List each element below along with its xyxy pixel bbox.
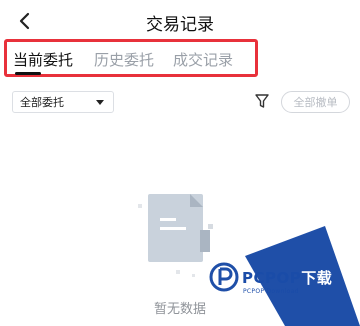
tab-bar-highlight: 当前委托 历史委托 成交记录 xyxy=(4,39,258,77)
order-filter-value: 全部委托 xyxy=(20,96,64,109)
watermark-brand-suffix: 下载 xyxy=(301,269,333,287)
page-title: 交易记录 xyxy=(146,15,214,35)
order-filter-select[interactable]: 全部委托 xyxy=(12,91,114,113)
cancel-all-button[interactable]: 全部撤单 xyxy=(281,91,350,113)
top-bar: 交易记录 xyxy=(0,0,360,42)
funnel-icon[interactable] xyxy=(254,92,270,110)
watermark-brand-prefix: PCPOP xyxy=(242,269,302,287)
watermark-logo-icon xyxy=(209,262,239,292)
tab-history-orders[interactable]: 历史委托 xyxy=(94,49,154,70)
watermark-brand: PCPOP下载 xyxy=(242,267,332,288)
tab-trade-records[interactable]: 成交记录 xyxy=(173,49,233,70)
active-tab-indicator xyxy=(15,72,41,75)
tab-current-orders[interactable]: 当前委托 xyxy=(13,49,73,70)
caret-down-icon xyxy=(96,100,104,105)
watermark-subtitle: PCPOP Download xyxy=(243,288,299,295)
